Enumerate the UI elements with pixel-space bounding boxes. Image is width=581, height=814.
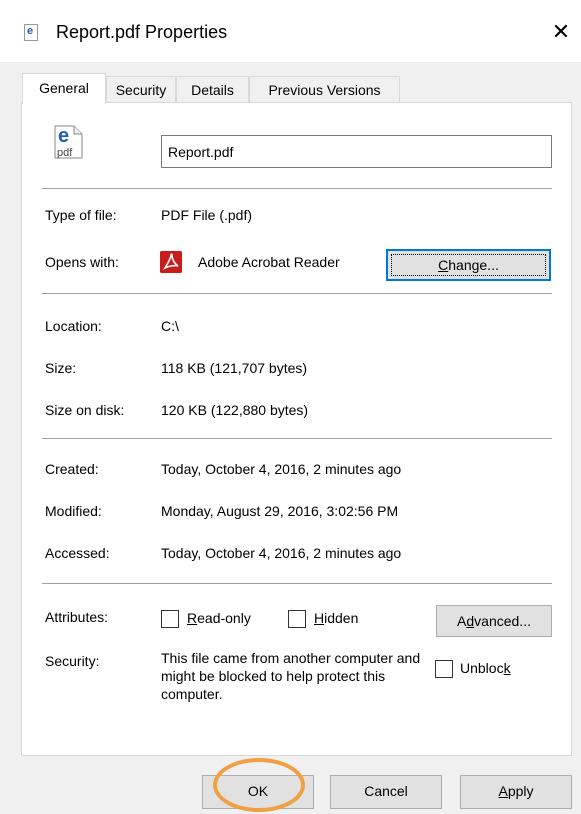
unblock-checkbox[interactable] bbox=[435, 660, 453, 678]
security-label: Security: bbox=[45, 653, 100, 669]
focus-ring bbox=[391, 254, 546, 276]
advanced-accel: d bbox=[466, 613, 475, 629]
readonly-accel: R bbox=[187, 610, 198, 626]
hidden-label[interactable]: Hidden bbox=[314, 610, 358, 626]
readonly-label[interactable]: Read-only bbox=[187, 610, 251, 626]
unblock-prefix: Unbloc bbox=[460, 660, 504, 676]
opens-with-label: Opens with: bbox=[45, 254, 119, 270]
location-value: C:\ bbox=[161, 318, 179, 334]
acrobat-icon bbox=[160, 251, 182, 273]
tab-previous-versions-label: Previous Versions bbox=[268, 82, 381, 98]
file-icon-letter: e bbox=[58, 125, 70, 147]
unblock-label[interactable]: Unblock bbox=[460, 660, 511, 676]
title-icon-glyph: e bbox=[27, 25, 34, 37]
tab-security-label: Security bbox=[115, 82, 167, 98]
size-label: Size: bbox=[45, 360, 77, 376]
tab-general[interactable]: General bbox=[22, 73, 106, 104]
location-label: Location: bbox=[45, 318, 102, 334]
advanced-button[interactable]: Advanced... bbox=[436, 605, 552, 637]
separator bbox=[42, 293, 552, 294]
size-on-disk-value: 120 KB (122,880 bytes) bbox=[161, 402, 309, 418]
close-button[interactable]: ✕ bbox=[541, 12, 581, 52]
file-icon-ext: pdf bbox=[57, 147, 73, 159]
tab-previous-versions[interactable]: Previous Versions bbox=[249, 76, 400, 103]
hidden-checkbox[interactable] bbox=[288, 610, 306, 628]
ok-label: OK bbox=[247, 783, 269, 799]
modified-value: Monday, August 29, 2016, 3:02:56 PM bbox=[161, 503, 399, 519]
tab-details-label: Details bbox=[191, 82, 234, 98]
size-value: 118 KB (121,707 bytes) bbox=[161, 360, 308, 376]
tab-security[interactable]: Security bbox=[106, 76, 176, 103]
advanced-suffix: vanced... bbox=[474, 613, 531, 629]
filename-input[interactable] bbox=[161, 135, 552, 168]
modified-label: Modified: bbox=[45, 503, 102, 519]
change-button[interactable]: Change... bbox=[386, 249, 551, 281]
advanced-prefix: A bbox=[457, 613, 467, 629]
opens-with-value: Adobe Acrobat Reader bbox=[198, 254, 340, 270]
tab-general-label: General bbox=[39, 80, 89, 96]
separator bbox=[42, 583, 552, 584]
separator bbox=[42, 438, 552, 439]
unblock-accel: k bbox=[503, 660, 511, 676]
created-value: Today, October 4, 2016, 2 minutes ago bbox=[161, 461, 402, 477]
apply-suffix: pply bbox=[507, 783, 534, 799]
apply-accel: A bbox=[498, 783, 508, 799]
cancel-label: Cancel bbox=[364, 783, 408, 799]
readonly-checkbox[interactable] bbox=[161, 610, 179, 628]
type-label: Type of file: bbox=[45, 207, 117, 223]
cancel-button[interactable]: Cancel bbox=[330, 775, 442, 809]
ok-button[interactable]: OK bbox=[202, 775, 314, 809]
hidden-accel: H bbox=[314, 610, 325, 626]
separator bbox=[42, 188, 552, 189]
apply-button[interactable]: Apply bbox=[460, 775, 572, 809]
readonly-rest: ead-only bbox=[197, 610, 251, 626]
properties-dialog: e Report.pdf Properties ✕ General Securi… bbox=[0, 0, 581, 814]
accessed-label: Accessed: bbox=[45, 545, 110, 561]
type-value: PDF File (.pdf) bbox=[161, 207, 253, 223]
accessed-value: Today, October 4, 2016, 2 minutes ago bbox=[161, 545, 402, 561]
attributes-label: Attributes: bbox=[45, 609, 109, 625]
pdf-file-icon: e bbox=[24, 24, 38, 41]
size-on-disk-label: Size on disk: bbox=[45, 402, 125, 418]
hidden-rest: idden bbox=[324, 610, 359, 626]
general-panel: e pdf Type of file: PDF File (.pdf) Open… bbox=[21, 102, 572, 756]
window-title: Report.pdf Properties bbox=[56, 22, 228, 42]
title-bar: e Report.pdf Properties ✕ bbox=[0, 0, 581, 62]
created-label: Created: bbox=[45, 461, 99, 477]
security-warning-text: This file came from another computer and… bbox=[161, 650, 421, 702]
close-icon: ✕ bbox=[551, 19, 571, 44]
tab-details[interactable]: Details bbox=[176, 76, 249, 103]
